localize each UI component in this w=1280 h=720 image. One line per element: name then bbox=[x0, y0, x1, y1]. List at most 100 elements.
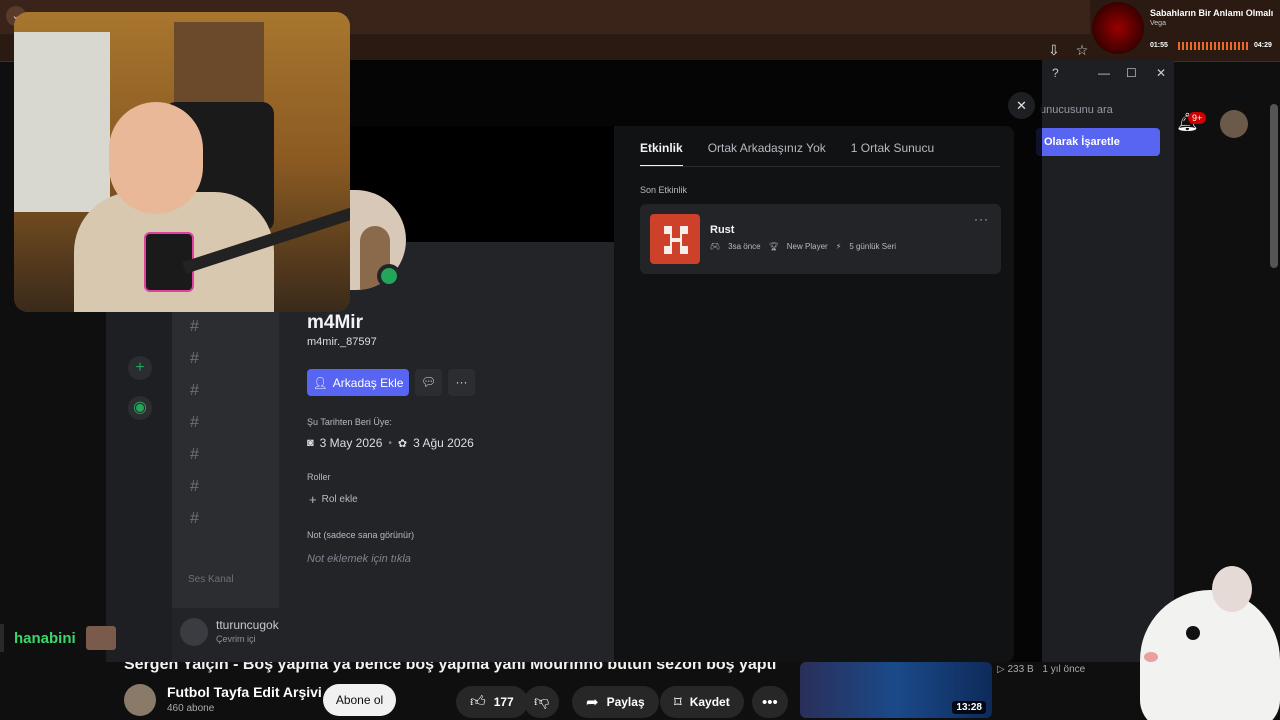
channel-avatar[interactable] bbox=[124, 684, 156, 716]
user-name: tturuncugok bbox=[216, 618, 279, 632]
thumbs-up-icon: 👍︎ bbox=[470, 693, 486, 710]
user-avatar[interactable] bbox=[180, 618, 208, 646]
hamster-ear bbox=[1212, 566, 1252, 612]
tab-activity[interactable]: Etkinlik bbox=[640, 141, 683, 167]
help-icon[interactable]: ? bbox=[1052, 66, 1059, 80]
close-icon[interactable]: ✕ bbox=[1008, 92, 1035, 119]
message-button[interactable]: 💬︎ bbox=[415, 369, 442, 396]
activity-more-icon[interactable]: ··· bbox=[974, 212, 989, 226]
activity-streak: 5 günlük Seri bbox=[849, 242, 897, 251]
display-name: m4Mir bbox=[307, 312, 363, 333]
save-label: Kaydet bbox=[689, 695, 730, 709]
hash-icon: # bbox=[190, 382, 199, 399]
trophy-icon: 🏆︎ bbox=[768, 242, 779, 251]
add-server-icon[interactable]: + bbox=[128, 356, 152, 380]
plus-icon: + bbox=[309, 492, 317, 507]
note-input[interactable]: Not eklemek için tıkla bbox=[307, 553, 411, 565]
add-friend-label: Arkadaş Ekle bbox=[332, 375, 404, 390]
server-icon: ✿ bbox=[397, 437, 408, 450]
hash-icon: # bbox=[190, 510, 199, 527]
activity-meta: 🎮︎ 3sa önce 🏆︎ New Player ⚡︎ 5 günlük Se… bbox=[710, 242, 896, 251]
tab-mutual-friends[interactable]: Ortak Arkadaşınız Yok bbox=[708, 141, 826, 167]
username: m4mir._87597 bbox=[307, 336, 377, 348]
hash-icon: # bbox=[190, 478, 199, 495]
webcam-overlay bbox=[14, 12, 350, 312]
share-label: Paylaş bbox=[606, 695, 645, 709]
tab-mutual-servers[interactable]: 1 Ortak Sunucu bbox=[851, 141, 934, 167]
activity-time: 3sa önce bbox=[728, 242, 761, 251]
hamster-overlay bbox=[1120, 560, 1280, 720]
install-icon[interactable]: ⇩ bbox=[1048, 42, 1060, 59]
rec-views: 233 B bbox=[1007, 664, 1034, 675]
member-since-dates: ◙ 3 May 2026 • ✿ 3 Ağu 2026 bbox=[307, 436, 474, 450]
song-title: Sabahların Bir Anlamı Olmalı bbox=[1150, 8, 1274, 18]
star-icon[interactable]: ☆ bbox=[1076, 42, 1089, 59]
share-button[interactable]: ➦ Paylaş bbox=[572, 686, 659, 718]
chat-username: hanabini bbox=[14, 629, 76, 647]
more-icon: ••• bbox=[762, 693, 778, 711]
chat-accent-bar bbox=[0, 624, 4, 652]
stream-chat-message: hanabini bbox=[0, 624, 116, 652]
subscribe-button[interactable]: Abone ol bbox=[323, 684, 396, 716]
album-art bbox=[1092, 2, 1144, 54]
more-options-button[interactable]: ··· bbox=[448, 369, 475, 396]
song-progress[interactable] bbox=[1178, 42, 1248, 50]
roles-label: Roller bbox=[307, 472, 331, 482]
rec-age: 1 yıl önce bbox=[1042, 664, 1086, 675]
add-friend-button[interactable]: 👤︎ Arkadaş Ekle bbox=[307, 369, 409, 396]
recommended-thumbnail[interactable]: 13:28 bbox=[800, 662, 992, 718]
discord-icon: ◙ bbox=[307, 437, 314, 449]
hash-icon: # bbox=[190, 350, 199, 367]
share-icon: ➦ bbox=[586, 694, 599, 711]
dislike-button[interactable]: 👎︎ bbox=[524, 686, 560, 718]
more-actions-button[interactable]: ••• bbox=[752, 686, 788, 718]
like-count: 177 bbox=[493, 695, 514, 709]
add-user-icon: 👤︎ bbox=[312, 375, 328, 390]
minimize-icon[interactable]: — bbox=[1098, 66, 1110, 80]
save-button[interactable]: ⌑ Kaydet bbox=[660, 686, 744, 718]
webcam-shelf bbox=[174, 22, 264, 112]
recommended-meta: ▷ 233 B 1 yıl önce bbox=[997, 664, 1085, 675]
channel-name[interactable]: Futbol Tayfa Edit Arşivi bbox=[167, 684, 322, 700]
browser-tools: ⇩ ☆ bbox=[1048, 42, 1088, 59]
online-status-icon bbox=[377, 264, 401, 288]
hash-icon: # bbox=[190, 414, 199, 431]
notification-badge: 9+ bbox=[1188, 112, 1207, 124]
page-scrollbar[interactable] bbox=[1270, 104, 1278, 268]
ellipsis-icon: ··· bbox=[455, 375, 468, 389]
tab-divider bbox=[640, 166, 1000, 167]
thumbs-down-icon: 👎︎ bbox=[534, 693, 550, 710]
game-name: Rust bbox=[710, 224, 735, 236]
hash-icon: # bbox=[190, 446, 199, 463]
note-label: Not (sadece sana görünür) bbox=[307, 530, 415, 540]
close-window-icon[interactable]: ✕ bbox=[1156, 66, 1166, 80]
chat-emote bbox=[85, 626, 116, 650]
search-input[interactable]: unucusunu ara bbox=[1036, 98, 1164, 122]
voice-section: Ses Kanal bbox=[188, 574, 234, 585]
hash-icon: # bbox=[190, 318, 199, 335]
activity-card[interactable]: Rust 🎮︎ 3sa önce 🏆︎ New Player ⚡︎ 5 günl… bbox=[640, 204, 1001, 274]
rust-game-icon bbox=[650, 214, 700, 264]
discord-join-date: 3 May 2026 bbox=[319, 436, 383, 450]
user-status: Çevrim içi bbox=[216, 634, 256, 644]
lightning-icon: ⚡︎ bbox=[835, 242, 842, 251]
server-join-date: 3 Ağu 2026 bbox=[413, 436, 474, 450]
account-avatar[interactable] bbox=[1220, 110, 1248, 138]
subscriber-count: 460 abone bbox=[167, 703, 215, 714]
add-role-label: Rol ekle bbox=[321, 494, 358, 505]
discover-icon[interactable]: ◉ bbox=[128, 396, 152, 420]
gamepad-icon: 🎮︎ bbox=[710, 242, 721, 251]
song-total-time: 04:29 bbox=[1254, 42, 1272, 49]
song-artist: Vega bbox=[1150, 20, 1166, 27]
webcam-door bbox=[14, 32, 110, 212]
hamster-body bbox=[1140, 590, 1280, 720]
maximize-icon[interactable]: ☐ bbox=[1126, 66, 1137, 80]
add-role-button[interactable]: + Rol ekle bbox=[309, 492, 358, 507]
webcam-person-head bbox=[109, 102, 203, 214]
mark-read-button[interactable]: Olarak İşaretle bbox=[1036, 128, 1160, 156]
separator-dot: • bbox=[388, 437, 392, 449]
member-since-label: Şu Tarihten Beri Üye: bbox=[307, 417, 392, 427]
music-mini-player: Sabahların Bir Anlamı Olmalı Vega 01:55 … bbox=[1090, 0, 1280, 60]
song-current-time: 01:55 bbox=[1150, 42, 1168, 49]
like-button[interactable]: 👍︎ 177 bbox=[456, 686, 528, 718]
